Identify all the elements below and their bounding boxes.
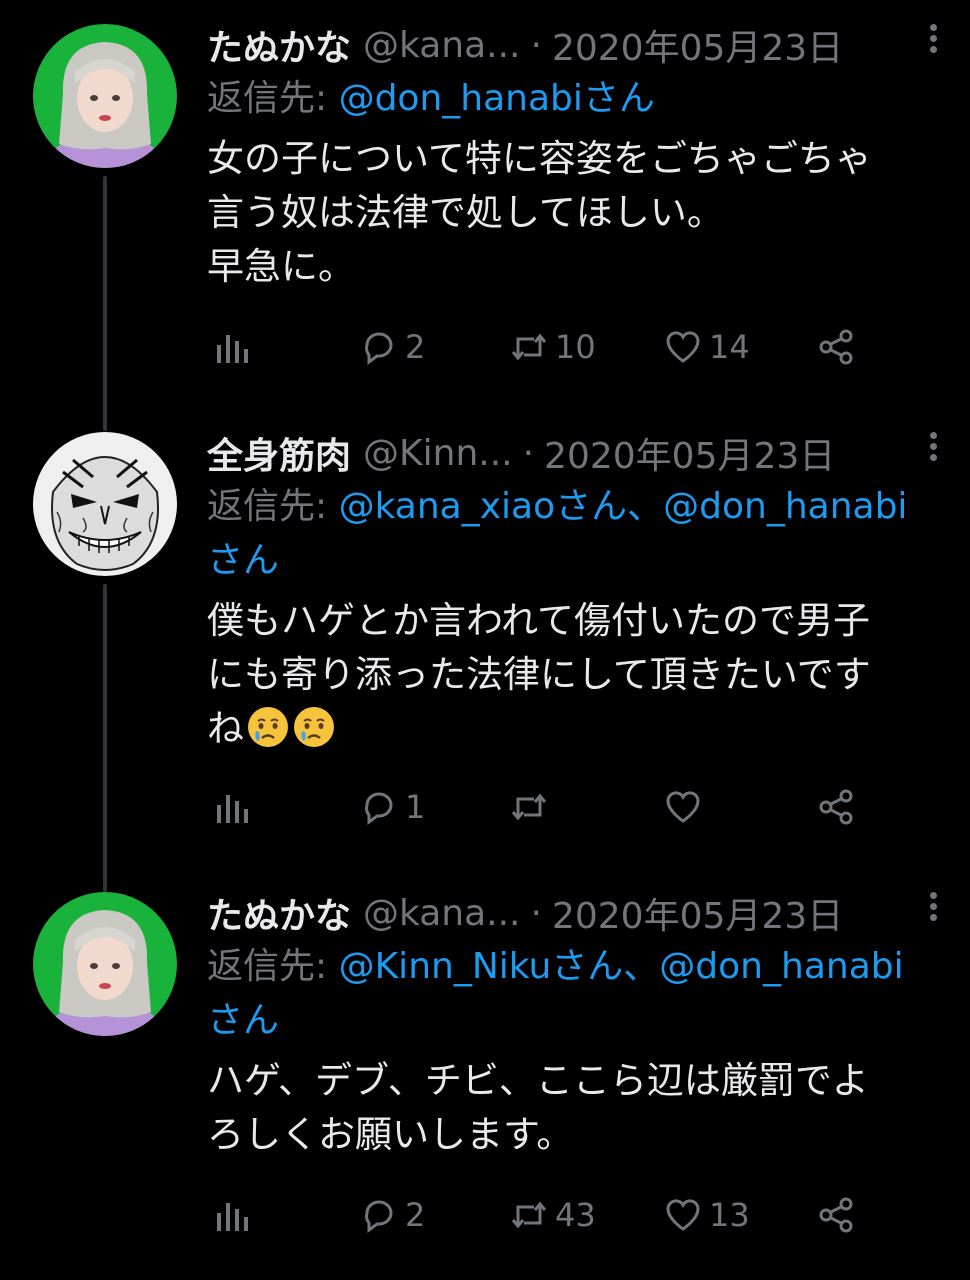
analytics-button[interactable] bbox=[213, 1190, 253, 1240]
analytics-icon bbox=[217, 335, 248, 363]
user-handle[interactable]: @Kinn... bbox=[363, 433, 513, 474]
tweet-date[interactable]: 2020年05月23日 bbox=[552, 887, 843, 939]
reply-button[interactable]: 2 bbox=[359, 1190, 425, 1240]
thread-line bbox=[103, 176, 107, 431]
avatar[interactable] bbox=[33, 892, 177, 1036]
analytics-button[interactable] bbox=[213, 782, 253, 832]
share-button[interactable] bbox=[817, 1190, 857, 1240]
girl-avatar-icon bbox=[33, 892, 177, 1036]
reply-to: 返信先: @Kinn_Nikuさん、@don_hanabi さん bbox=[207, 946, 904, 1041]
reply-to: 返信先: @don_hanabiさん bbox=[207, 78, 655, 119]
heart-icon bbox=[666, 791, 700, 823]
reply-to: 返信先: @kana_xiaoさん、@don_hanabi さん bbox=[207, 486, 908, 581]
analytics-button[interactable] bbox=[213, 322, 253, 372]
analytics-icon bbox=[217, 1203, 248, 1231]
retweet-count: 43 bbox=[555, 1196, 596, 1234]
display-name[interactable]: たぬかな bbox=[207, 19, 351, 71]
tweet-text: 女の子について特に容姿をごちゃごちゃ 言う奴は法律で処してほしい。 早急に。 bbox=[207, 137, 872, 288]
tweet-header: たぬかな @kana... · 2020年05月23日 bbox=[207, 886, 940, 940]
thread-line bbox=[103, 584, 107, 892]
like-button[interactable]: 14 bbox=[663, 322, 750, 372]
reply-button[interactable]: 1 bbox=[359, 782, 425, 832]
tweet-text: ハゲ、デブ、チビ、ここら辺は厳罰でよ ろしくお願いします。 bbox=[207, 1059, 869, 1156]
reply-button[interactable]: 2 bbox=[359, 322, 425, 372]
user-handle[interactable]: @kana... bbox=[363, 893, 520, 934]
mention-link-suffix[interactable]: さん bbox=[207, 1000, 279, 1041]
girl-avatar-icon bbox=[33, 24, 177, 168]
like-count: 14 bbox=[709, 328, 750, 366]
reply-icon bbox=[365, 1200, 393, 1233]
reply-count: 1 bbox=[405, 788, 426, 826]
retweet-icon bbox=[511, 333, 547, 361]
more-options-icon[interactable] bbox=[918, 888, 948, 928]
share-icon bbox=[819, 1197, 853, 1233]
avatar[interactable] bbox=[33, 24, 177, 168]
action-bar: 2 43 13 bbox=[207, 1190, 867, 1240]
reply-icon bbox=[365, 332, 393, 365]
action-bar: 1 bbox=[207, 782, 867, 832]
retweet-icon bbox=[511, 1201, 547, 1229]
tweet-date[interactable]: 2020年05月23日 bbox=[552, 19, 843, 71]
share-icon bbox=[819, 329, 853, 365]
share-button[interactable] bbox=[817, 322, 857, 372]
user-handle[interactable]: @kana... bbox=[363, 25, 520, 66]
retweet-icon bbox=[511, 793, 547, 821]
heart-icon bbox=[666, 1199, 700, 1231]
tweet-date[interactable]: 2020年05月23日 bbox=[544, 427, 835, 479]
mention-link[interactable]: @Kinn_Nikuさん、@don_hanabi bbox=[339, 946, 904, 987]
like-count: 13 bbox=[709, 1196, 750, 1234]
retweet-button[interactable] bbox=[509, 782, 555, 832]
mention-link[interactable]: @kana_xiaoさん、@don_hanabi bbox=[339, 486, 908, 527]
like-button[interactable] bbox=[663, 782, 709, 832]
more-options-icon[interactable] bbox=[918, 428, 948, 468]
display-name[interactable]: 全身筋肉 bbox=[207, 427, 351, 479]
crying-face-emoji-icon bbox=[294, 707, 334, 747]
mention-link-suffix[interactable]: さん bbox=[207, 540, 279, 581]
manga-face-avatar-icon bbox=[33, 432, 177, 576]
tweet-header: たぬかな @kana... · 2020年05月23日 bbox=[207, 18, 940, 72]
more-options-icon[interactable] bbox=[918, 20, 948, 60]
retweet-count: 10 bbox=[555, 328, 596, 366]
retweet-button[interactable]: 43 bbox=[509, 1190, 596, 1240]
reply-count: 2 bbox=[405, 328, 426, 366]
avatar[interactable] bbox=[33, 432, 177, 576]
share-icon bbox=[819, 789, 853, 825]
share-button[interactable] bbox=[817, 782, 857, 832]
reply-icon bbox=[365, 792, 393, 825]
reply-count: 2 bbox=[405, 1196, 426, 1234]
retweet-button[interactable]: 10 bbox=[509, 322, 596, 372]
like-button[interactable]: 13 bbox=[663, 1190, 750, 1240]
action-bar: 2 10 14 bbox=[207, 322, 867, 372]
crying-face-emoji-icon bbox=[248, 707, 288, 747]
tweet-text: 僕もハゲとか言われて傷付いたので男子 にも寄り添った法律にして頂きたいです ね bbox=[207, 599, 871, 750]
mention-link[interactable]: @don_hanabiさん bbox=[339, 78, 655, 119]
display-name[interactable]: たぬかな bbox=[207, 887, 351, 939]
heart-icon bbox=[666, 331, 700, 363]
analytics-icon bbox=[217, 795, 248, 823]
tweet-header: 全身筋肉 @Kinn... · 2020年05月23日 bbox=[207, 426, 940, 480]
